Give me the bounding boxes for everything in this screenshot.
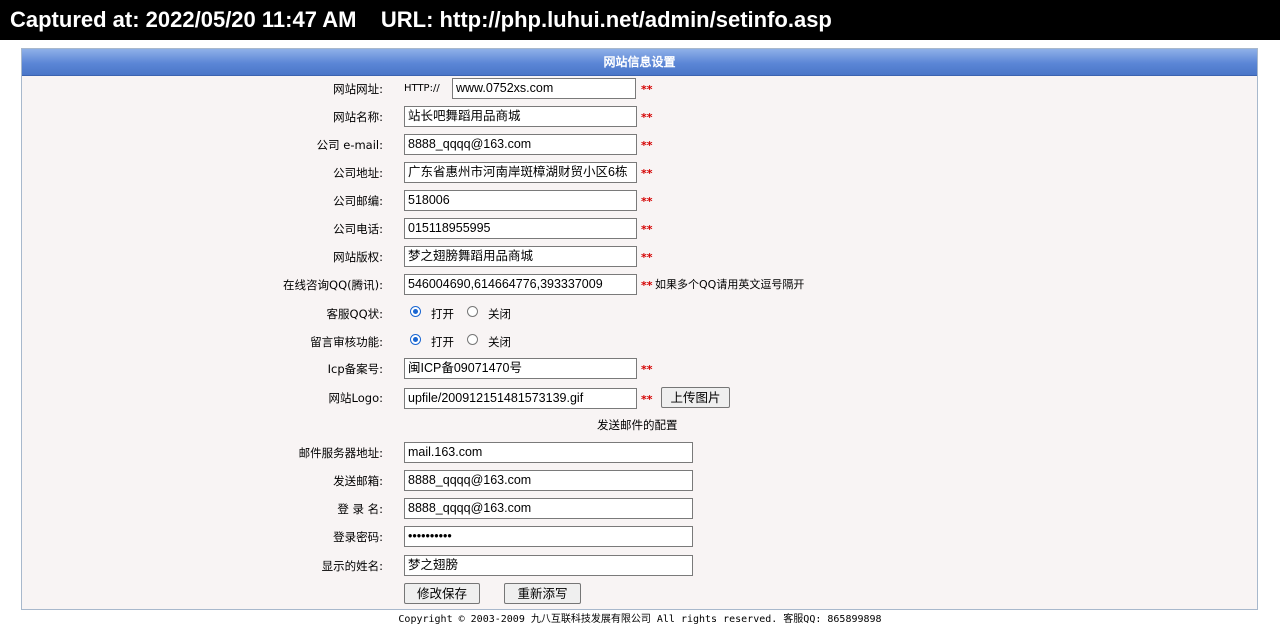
logo-label: 网站Logo: — [328, 391, 383, 405]
company-email-label: 公司 e-mail: — [316, 138, 383, 152]
company-phone-input[interactable]: 015118955995 — [404, 218, 637, 239]
required-mark: ** — [641, 363, 653, 376]
company-zip-label: 公司邮编: — [333, 194, 383, 208]
logo-input[interactable]: upfile/200912151481573139.gif — [404, 388, 637, 409]
capture-banner: Captured at: 2022/05/20 11:47 AM URL: ht… — [0, 0, 1280, 40]
online-qq-hint: 如果多个QQ请用英文逗号隔开 — [655, 278, 805, 291]
save-button[interactable]: 修改保存 — [404, 583, 480, 604]
panel-title: 网站信息设置 — [22, 49, 1257, 76]
site-url-label: 网站网址: — [333, 82, 383, 96]
login-password-label: 登录密码: — [333, 530, 383, 544]
site-copyright-input[interactable]: 梦之翅膀舞蹈用品商城 — [404, 246, 637, 267]
site-name-input[interactable]: 站长吧舞蹈用品商城 — [404, 106, 637, 127]
required-mark: ** — [641, 167, 653, 180]
login-password-input[interactable]: •••••••••• — [404, 526, 693, 547]
required-mark: ** — [641, 251, 653, 264]
mail-section-title: 发送邮件的配置 — [597, 418, 678, 432]
site-url-prefix: HTTP:// — [404, 83, 440, 94]
login-name-label: 登 录 名: — [337, 502, 383, 516]
site-copyright-label: 网站版权: — [333, 250, 383, 264]
site-name-label: 网站名称: — [333, 110, 383, 124]
required-mark: ** — [641, 111, 653, 124]
required-mark: ** — [641, 223, 653, 236]
required-mark: ** — [641, 393, 653, 406]
required-mark: ** — [641, 279, 653, 292]
company-address-input[interactable]: 广东省惠州市河南岸斑樟湖财贸小区6栋 — [404, 162, 637, 183]
icp-input[interactable]: 闽ICP备09071470号 — [404, 358, 637, 379]
upload-image-button[interactable]: 上传图片 — [661, 387, 730, 408]
required-mark: ** — [641, 139, 653, 152]
company-email-input[interactable]: 8888_qqqq@163.com — [404, 134, 637, 155]
site-url-input[interactable]: www.0752xs.com — [452, 78, 636, 99]
company-phone-label: 公司电话: — [333, 222, 383, 236]
login-name-input[interactable]: 8888_qqqq@163.com — [404, 498, 693, 519]
online-qq-label: 在线咨询QQ(腾讯): — [283, 278, 383, 292]
online-qq-input[interactable]: 546004690,614664776,393337009 — [404, 274, 637, 295]
icp-label: Icp备案号: — [327, 362, 383, 376]
mail-server-input[interactable]: mail.163.com — [404, 442, 693, 463]
message-review-close-label: 关闭 — [488, 335, 511, 349]
message-review-open-label: 打开 — [431, 335, 454, 349]
required-mark: ** — [641, 195, 653, 208]
mail-server-label: 邮件服务器地址: — [298, 446, 383, 460]
sender-email-label: 发送邮箱: — [333, 474, 383, 488]
reset-button[interactable]: 重新添写 — [504, 583, 581, 604]
display-name-label: 显示的姓名: — [321, 559, 383, 573]
company-zip-input[interactable]: 518006 — [404, 190, 637, 211]
message-review-label: 留言审核功能: — [310, 335, 383, 349]
footer-copyright: Copyright © 2003-2009 九八互联科技发展有限公司 All r… — [398, 614, 882, 625]
company-address-label: 公司地址: — [333, 166, 383, 180]
display-name-input[interactable]: 梦之翅膀 — [404, 555, 693, 576]
service-qq-status-label: 客服QQ状: — [326, 307, 383, 321]
required-mark: ** — [641, 83, 653, 96]
service-qq-close-radio[interactable] — [467, 306, 478, 317]
message-review-close-radio[interactable] — [467, 334, 478, 345]
service-qq-open-label: 打开 — [431, 307, 454, 321]
message-review-open-radio[interactable] — [410, 334, 421, 345]
service-qq-open-radio[interactable] — [410, 306, 421, 317]
service-qq-close-label: 关闭 — [488, 307, 511, 321]
sender-email-input[interactable]: 8888_qqqq@163.com — [404, 470, 693, 491]
